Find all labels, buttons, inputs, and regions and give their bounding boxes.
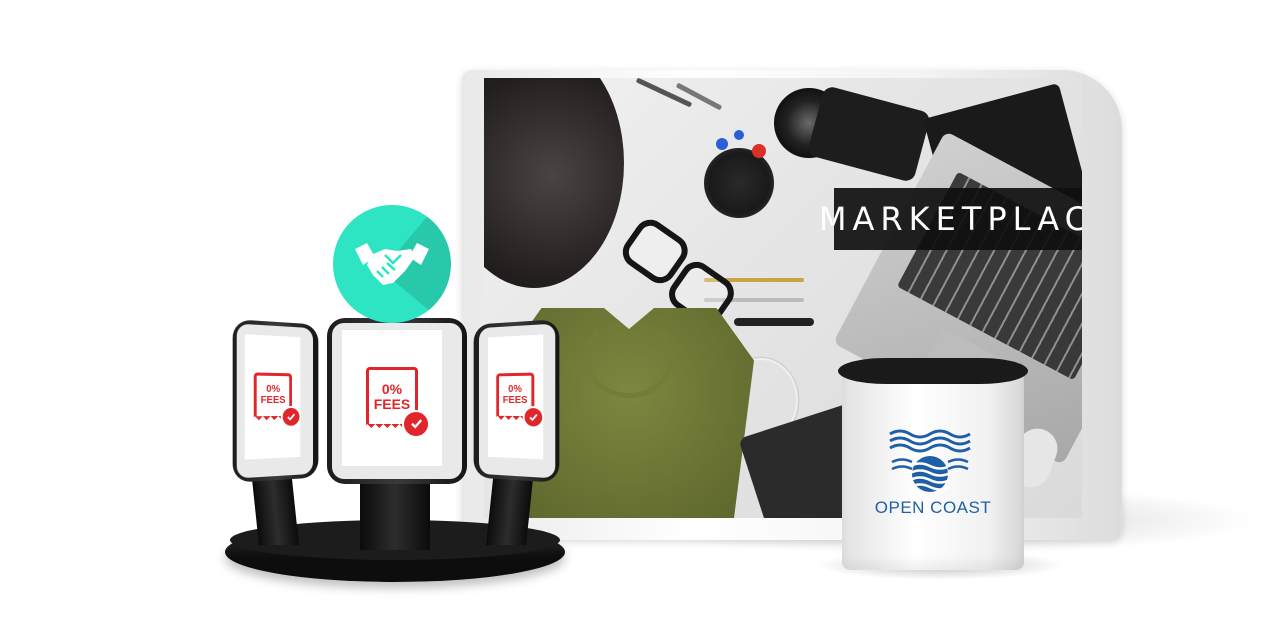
receipt-check-icon: 0% FEES — [253, 371, 302, 428]
pen-image — [635, 78, 693, 108]
kiosk-center: 0% FEES — [327, 318, 467, 484]
receipt-check-icon: 0% FEES — [496, 372, 545, 429]
kiosk-pole-center — [360, 480, 430, 550]
kiosk-screen: 0% FEES — [342, 330, 442, 466]
kiosk-screen: 0% FEES — [244, 334, 302, 460]
pen-cap-image — [716, 138, 728, 150]
fee-label: FEES — [373, 395, 411, 412]
kiosk-screen: 0% FEES — [488, 334, 545, 460]
waves-logo-icon — [889, 429, 971, 492]
fee-percent: 0% — [381, 380, 403, 397]
fee-percent: 0% — [508, 383, 522, 396]
trade-show-scene: MARKETPLACE — [0, 0, 1265, 635]
brand-name: OPEN COAST — [874, 498, 992, 517]
check-icon — [280, 405, 302, 428]
handshake-badge — [333, 205, 451, 323]
fee-label: FEES — [260, 394, 286, 406]
marketplace-title: MARKETPLACE — [818, 200, 1082, 238]
marker-image — [734, 318, 814, 326]
pen-image — [675, 82, 723, 111]
pen-cap-image — [734, 130, 744, 140]
hat-image — [484, 78, 624, 288]
check-icon — [522, 405, 545, 429]
kiosk-left: 0% FEES — [232, 319, 319, 483]
fee-label: FEES — [502, 394, 528, 406]
kiosk-right: 0% FEES — [473, 319, 560, 483]
tshirt-collar — [584, 318, 674, 398]
handshake-icon — [355, 243, 429, 285]
receipt-check-icon: 0% FEES — [366, 366, 430, 438]
kiosk-pole-left — [251, 470, 299, 545]
camera-image — [806, 84, 932, 184]
kiosk-pole-right — [486, 470, 534, 545]
pen-cup-image — [704, 148, 774, 218]
pen-cap-image — [752, 144, 766, 158]
fee-percent: 0% — [266, 383, 281, 396]
marketplace-banner-band: MARKETPLACE — [819, 188, 1082, 250]
check-icon — [402, 409, 430, 438]
brand-counter: OPEN COAST — [838, 358, 1028, 570]
counter-top — [838, 358, 1028, 384]
